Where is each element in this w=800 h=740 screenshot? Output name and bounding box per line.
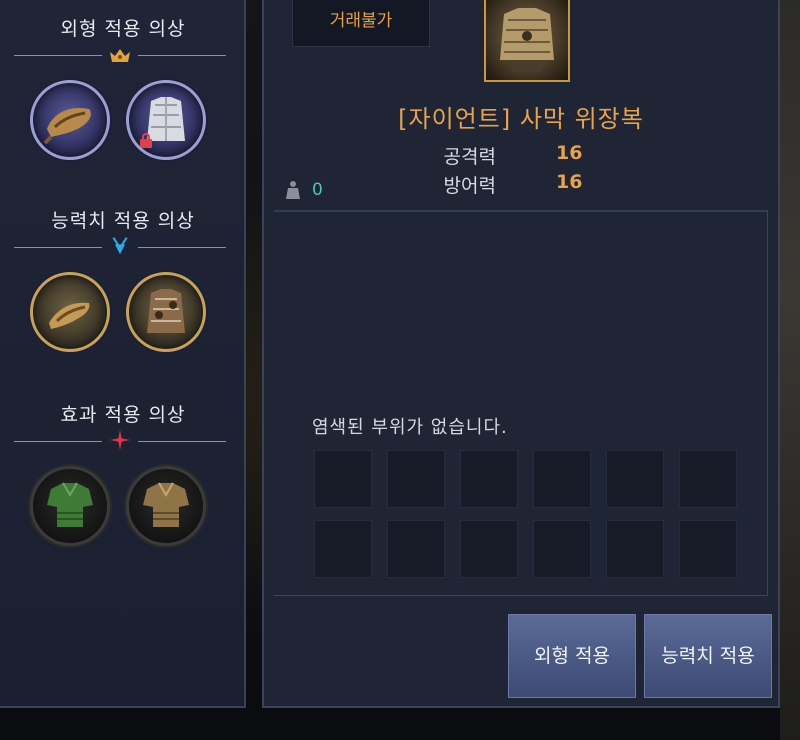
- stat-value-attack: 16: [556, 142, 583, 164]
- green-top-icon: [47, 482, 93, 527]
- crown-icon: [110, 49, 130, 62]
- stats-weapon-slot[interactable]: [30, 272, 110, 352]
- appearance-weapon-slot[interactable]: [30, 80, 110, 160]
- dye-slot[interactable]: [314, 520, 372, 578]
- spark-icon: [110, 430, 130, 450]
- appearance-armor-slot[interactable]: [126, 80, 206, 160]
- item-detail-panel: 거래불가 [자이언트] 사막 위장복 공격력 16 방어력 16 0 염색된 부…: [262, 0, 780, 708]
- stat-row-attack: 공격력 16: [264, 142, 778, 168]
- dye-slot[interactable]: [460, 450, 518, 508]
- weight-icon: [286, 181, 300, 199]
- dye-slot[interactable]: [679, 520, 737, 578]
- stat-label-attack: 공격력: [443, 146, 496, 168]
- section-divider: [14, 237, 226, 258]
- dye-section: 염색된 부위가 없습니다.: [274, 210, 768, 596]
- section-title-appearance: 외형 적용 의상: [60, 18, 186, 40]
- apply-appearance-button[interactable]: 외형 적용: [508, 614, 636, 698]
- section-divider: [14, 46, 226, 66]
- desert-camouflage-armor-icon: [500, 8, 554, 72]
- dye-slot[interactable]: [387, 520, 445, 578]
- weapon-costume-icon: [49, 302, 90, 329]
- effect-slot-2[interactable]: [126, 466, 206, 546]
- apply-stats-button[interactable]: 능력치 적용: [644, 614, 772, 698]
- lock-icon: [140, 133, 152, 148]
- dye-empty-message: 염색된 부위가 없습니다.: [312, 417, 508, 438]
- costume-slot-panel: 외형 적용 의상 능력치 적용 의상 효과 적용 의상: [0, 0, 246, 708]
- effect-slot-1[interactable]: [30, 466, 110, 546]
- stat-row-defense: 방어력 16: [264, 171, 778, 197]
- item-name: [자이언트] 사막 위장복: [398, 105, 644, 133]
- dye-slot[interactable]: [606, 520, 664, 578]
- dye-slot[interactable]: [533, 450, 591, 508]
- gold-top-icon: [143, 482, 189, 527]
- stat-label-defense: 방어력: [443, 175, 496, 197]
- dye-slot[interactable]: [387, 450, 445, 508]
- item-thumbnail: [484, 0, 570, 82]
- weight-value: 0: [312, 180, 323, 200]
- weapon-costume-icon: [43, 107, 91, 145]
- trade-restriction-badge: 거래불가: [292, 0, 430, 47]
- background-edge: [780, 0, 800, 740]
- dye-slot[interactable]: [314, 450, 372, 508]
- dye-slot[interactable]: [533, 520, 591, 578]
- section-divider: [14, 430, 226, 452]
- dye-slot[interactable]: [679, 450, 737, 508]
- section-title-stats: 능력치 적용 의상: [51, 210, 195, 232]
- stat-value-defense: 16: [556, 171, 583, 193]
- armor-costume-icon: [147, 289, 185, 333]
- stats-armor-slot[interactable]: [126, 272, 206, 352]
- section-title-effect: 효과 적용 의상: [60, 404, 186, 426]
- crossed-swords-icon: [112, 237, 128, 255]
- dye-slot[interactable]: [606, 450, 664, 508]
- dye-slot[interactable]: [460, 520, 518, 578]
